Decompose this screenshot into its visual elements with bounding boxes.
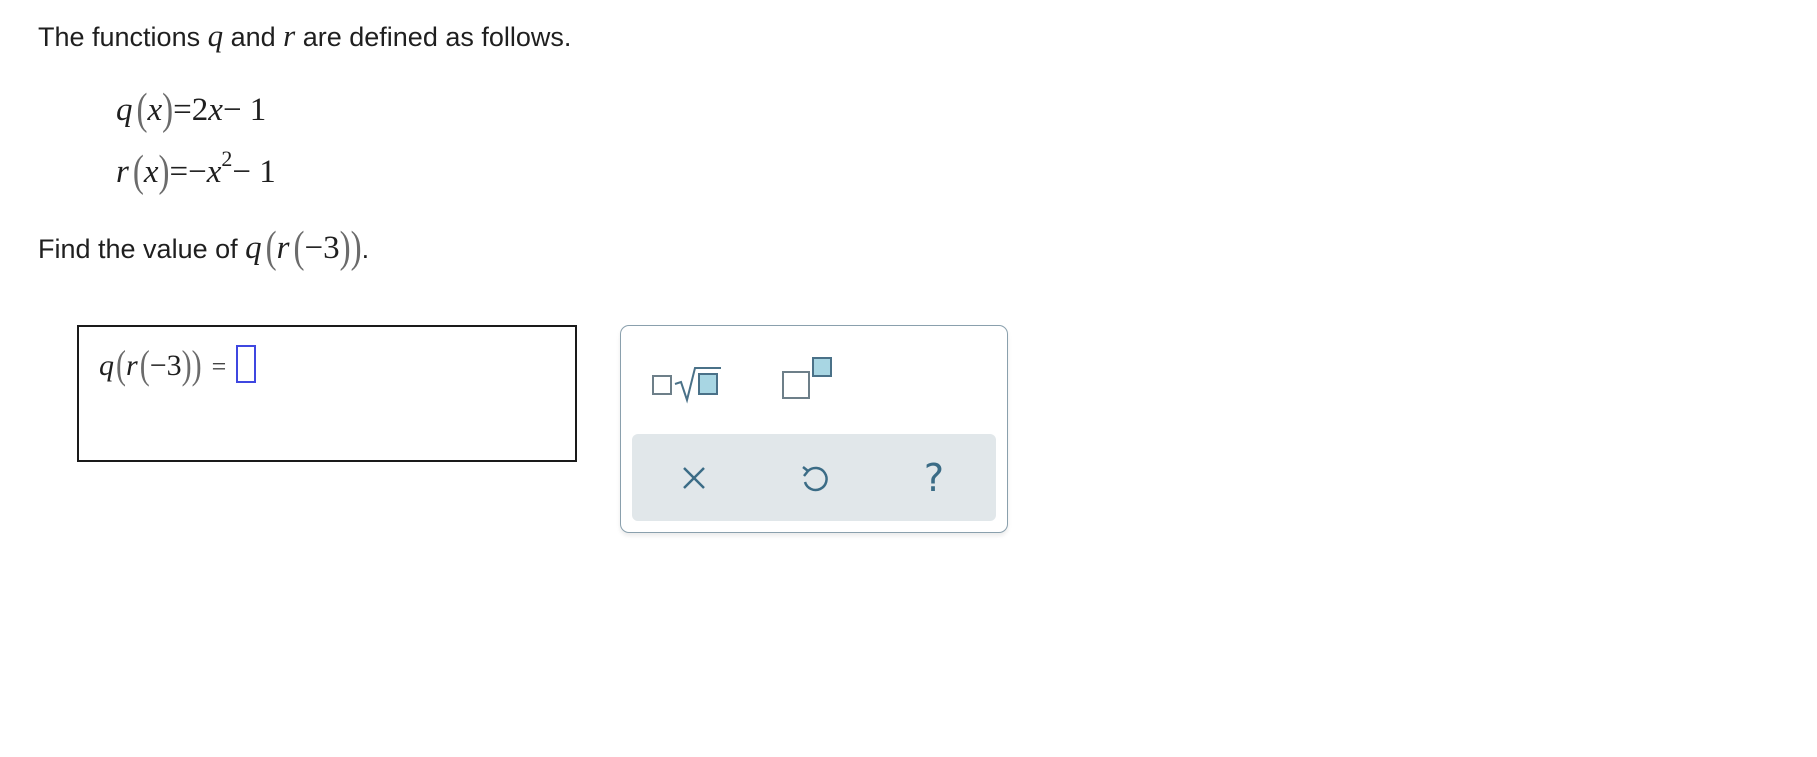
undo-icon[interactable] [792,456,836,500]
exponent-2: 2 [221,146,233,171]
answer-expression: q(r(−3)) = [99,343,257,388]
intro-text-mid: and [223,22,284,52]
answer-input-box[interactable]: q(r(−3)) = [77,325,577,462]
problem-intro: The functions q and r are defined as fol… [38,18,571,54]
answer-input-field[interactable] [236,345,257,383]
definition-r: r (x)=−x2− 1 [116,146,276,197]
palette-action-bar: ? [632,434,996,521]
definition-q: q (x)=2x− 1 [116,85,267,135]
square-root-template-icon[interactable] [651,358,723,404]
intro-text-before: The functions [38,22,208,52]
clear-icon[interactable] [672,456,716,500]
function-q-symbol: q [207,18,224,53]
function-r-symbol: r [283,18,296,53]
equals-sign: = [211,352,227,381]
help-icon[interactable]: ? [912,456,956,500]
question-prompt: Find the value of q (r (−3)). [38,223,370,273]
help-glyph: ? [923,456,945,500]
exponent-template-icon[interactable] [781,356,837,404]
math-palette: ? [620,325,1008,533]
intro-text-after: are defined as follows. [295,22,572,52]
